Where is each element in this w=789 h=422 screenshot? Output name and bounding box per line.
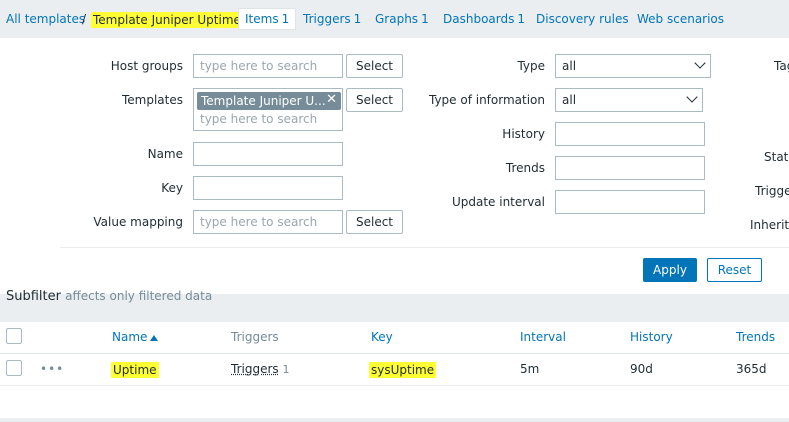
tab-dashboards-label: Dashboards — [443, 12, 515, 26]
templates-multiselect[interactable]: Template Juniper U... ✕ type here to sea… — [193, 88, 343, 131]
trends-label: Trends — [505, 161, 545, 175]
trends-input[interactable] — [555, 156, 705, 180]
chevron-down-icon — [686, 91, 698, 103]
triggers-filter-label: Trigge — [755, 184, 789, 198]
item-history: 90d — [630, 362, 653, 376]
templates-label: Templates — [121, 93, 183, 107]
tab-web-scenarios[interactable]: Web scenarios — [637, 12, 724, 26]
state-label: Statu — [764, 150, 789, 164]
header-interval[interactable]: Interval — [520, 330, 566, 344]
template-nav-bar: All templates / Template Juniper Uptime … — [0, 0, 789, 38]
value-mapping-placeholder: type here to search — [200, 215, 318, 229]
tab-discovery-rules[interactable]: Discovery rules — [536, 12, 629, 26]
sort-asc-icon — [150, 334, 159, 341]
filter-divider — [60, 247, 789, 248]
update-interval-label: Update interval — [451, 195, 545, 209]
tab-items[interactable]: Items 1 — [238, 8, 297, 30]
subfilter-title: Subfilter — [6, 289, 61, 304]
row-divider — [0, 385, 789, 386]
subfilter-heading: Subfilter affects only filtered data — [6, 289, 212, 304]
tab-items-label: Items — [245, 12, 279, 26]
breadcrumb-separator: / — [82, 12, 87, 26]
value-mapping-select-button[interactable]: Select — [346, 210, 403, 234]
tab-triggers[interactable]: Triggers 1 — [303, 12, 361, 26]
row-menu-icon[interactable]: ••• — [40, 362, 64, 376]
tab-dashboards[interactable]: Dashboards 1 — [443, 12, 525, 26]
header-triggers: Triggers — [231, 330, 279, 344]
name-input[interactable] — [193, 142, 343, 166]
type-of-information-label: Type of information — [428, 93, 545, 107]
type-of-information-value: all — [562, 93, 577, 107]
breadcrumb-all-templates[interactable]: All templates — [6, 12, 85, 26]
host-groups-input[interactable]: type here to search — [193, 54, 343, 78]
host-groups-select-button[interactable]: Select — [346, 54, 403, 78]
key-label: Key — [161, 181, 183, 195]
templates-placeholder: type here to search — [200, 112, 318, 126]
history-label: History — [502, 127, 545, 141]
template-chip-label: Template Juniper U... — [201, 94, 326, 108]
tags-label: Tag — [774, 59, 789, 73]
type-of-information-select[interactable]: all — [555, 88, 703, 112]
breadcrumb-template-name[interactable]: Template Juniper Uptime — [91, 12, 243, 28]
items-table: Name Triggers Key Interval History Trend… — [0, 322, 789, 418]
tab-triggers-count: 1 — [353, 12, 362, 26]
header-divider — [0, 353, 789, 354]
type-label: Type — [517, 59, 545, 73]
tab-graphs-count: 1 — [421, 12, 429, 26]
type-select[interactable]: all — [555, 54, 711, 78]
host-groups-placeholder: type here to search — [200, 59, 318, 73]
select-all-checkbox[interactable] — [6, 328, 22, 344]
inherited-label: Inherite — [750, 218, 789, 232]
item-triggers-link[interactable]: Triggers — [231, 362, 279, 376]
header-trends[interactable]: Trends — [736, 330, 775, 344]
name-label: Name — [147, 147, 183, 161]
item-triggers[interactable]: Triggers 1 — [231, 362, 289, 376]
tab-graphs-label: Graphs — [375, 12, 419, 26]
templates-select-button[interactable]: Select — [346, 88, 403, 112]
host-groups-label: Host groups — [110, 59, 183, 73]
tab-triggers-label: Triggers — [303, 12, 351, 26]
history-input[interactable] — [555, 122, 705, 146]
type-select-value: all — [562, 59, 577, 73]
remove-chip-icon[interactable]: ✕ — [326, 92, 337, 107]
item-interval: 5m — [520, 362, 540, 376]
reset-button[interactable]: Reset — [707, 258, 762, 282]
item-name-link[interactable]: Uptime — [111, 362, 159, 378]
update-interval-input[interactable] — [555, 190, 705, 214]
row-checkbox[interactable] — [6, 360, 22, 376]
subfilter-note: affects only filtered data — [65, 289, 213, 303]
item-trends: 365d — [736, 362, 767, 376]
template-chip: Template Juniper U... ✕ — [197, 92, 341, 110]
header-name[interactable]: Name — [112, 330, 159, 344]
chevron-down-icon — [694, 57, 706, 69]
item-triggers-count: 1 — [282, 363, 290, 376]
apply-button[interactable]: Apply — [643, 258, 697, 282]
item-key: sysUptime — [369, 362, 437, 378]
filter-panel: Host groups type here to search Select T… — [0, 38, 789, 294]
header-name-label: Name — [112, 330, 148, 344]
value-mapping-label: Value mapping — [93, 215, 183, 229]
tab-graphs[interactable]: Graphs 1 — [375, 12, 429, 26]
tab-items-count: 1 — [281, 12, 290, 26]
key-input[interactable] — [193, 176, 343, 200]
tab-dashboards-count: 1 — [517, 12, 525, 26]
header-history[interactable]: History — [630, 330, 673, 344]
header-key[interactable]: Key — [371, 330, 393, 344]
value-mapping-input[interactable]: type here to search — [193, 210, 343, 234]
